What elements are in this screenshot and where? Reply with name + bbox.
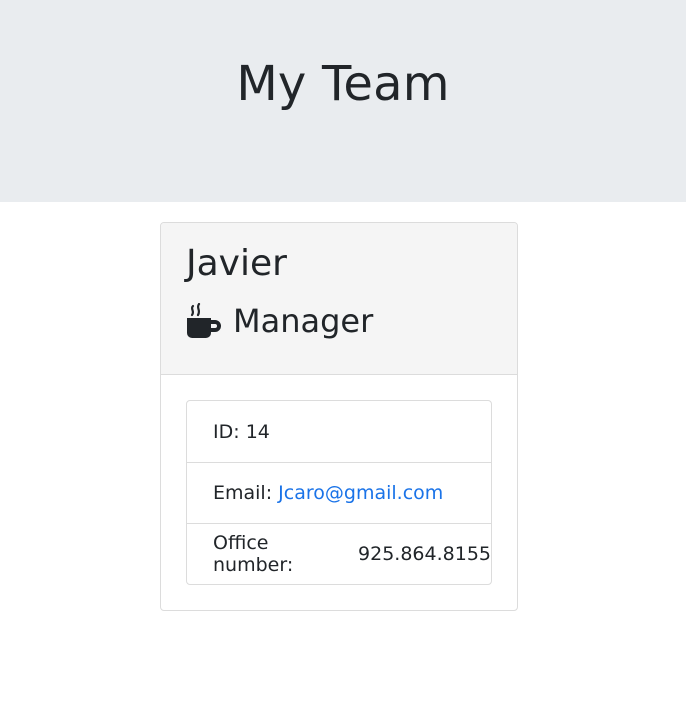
page-header: My Team <box>0 0 686 202</box>
employee-id-row: ID: 14 <box>187 401 491 462</box>
employee-id-value: 14 <box>245 420 270 443</box>
employee-office-value: 925.864.8155 <box>358 543 491 565</box>
employee-email-link[interactable]: Jcaro@gmail.com <box>278 482 443 504</box>
coffee-mug-icon <box>187 303 221 338</box>
card-header: Javier Manager <box>161 223 517 375</box>
employee-card: Javier Manager ID: 14 Email: Jcaro@gmail… <box>160 222 518 611</box>
employee-role: Manager <box>186 299 517 343</box>
employee-role-label: Manager <box>233 302 374 340</box>
employee-office-label: Office number: <box>213 532 294 576</box>
employee-email-label: Email: <box>213 482 273 504</box>
page-title: My Team <box>236 56 450 112</box>
employee-id-label: ID: <box>213 420 240 443</box>
card-body: ID: 14 Email: Jcaro@gmail.com Office num… <box>161 375 517 585</box>
employee-office-row: Office number: 925.864.8155 <box>187 523 491 584</box>
employee-details-list: ID: 14 Email: Jcaro@gmail.com Office num… <box>186 400 492 585</box>
employee-email-row: Email: Jcaro@gmail.com <box>187 462 491 523</box>
employee-name: Javier <box>186 243 287 284</box>
